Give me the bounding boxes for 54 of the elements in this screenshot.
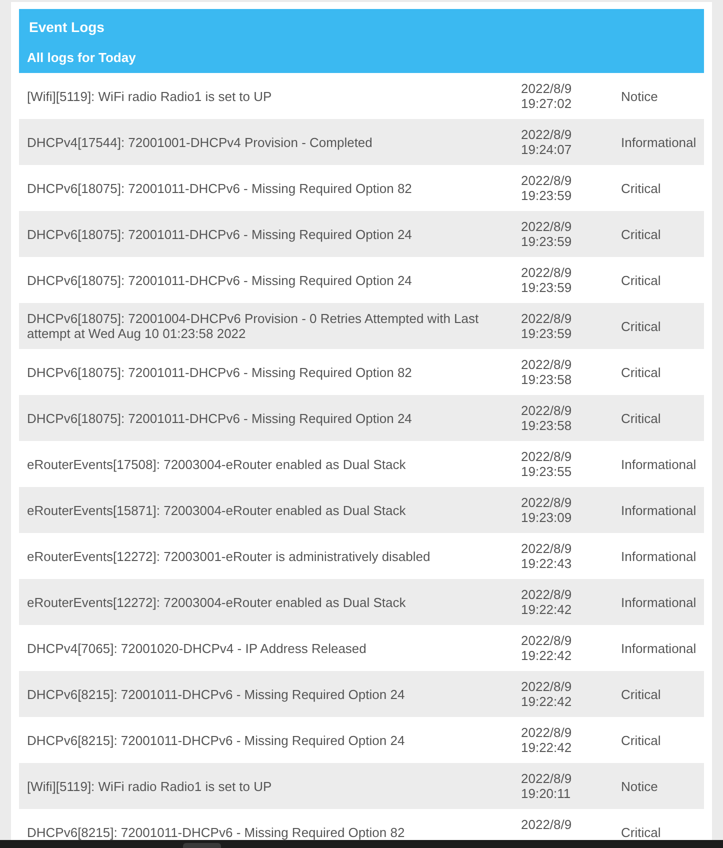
log-timestamp: 2022/8/9 19:23:59: [521, 219, 572, 249]
log-message: eRouterEvents[17508]: 72003004-eRouter enabled as Dual Stack: [27, 456, 406, 472]
log-timestamp: 2022/8/9 19:23:58: [521, 357, 572, 387]
log-message: eRouterEvents[12272]: 72003001-eRouter is administratively disabled: [27, 548, 430, 564]
panel-title: Event Logs: [29, 19, 106, 36]
log-level: Critical: [621, 318, 661, 334]
log-level: Notice: [621, 778, 658, 794]
log-message: [Wifi][5119]: WiFi radio Radio1 is set to UP: [27, 88, 272, 104]
log-timestamp: 2022/8/9 19:23:55: [521, 449, 572, 479]
log-timestamp: 2022/8/9 19:23:59: [521, 173, 572, 203]
log-level: Notice: [621, 88, 658, 104]
log-timestamp: 2022/8/9 19:22:42: [521, 725, 572, 755]
log-message: [Wifi][5119]: WiFi radio Radio1 is set to UP: [27, 778, 272, 794]
log-message: DHCPv6[18075]: 72001011-DHCPv6 - Missing Required Option 82: [27, 364, 412, 380]
log-message: DHCPv6[8215]: 72001011-DHCPv6 - Missing Required Option 82: [27, 824, 405, 840]
log-timestamp: 2022/8/9: [521, 817, 572, 832]
log-timestamp: 2022/8/9 19:22:42: [521, 679, 572, 709]
log-level: Informational: [621, 134, 696, 150]
log-level: Critical: [621, 410, 661, 426]
panel-subtitle: All logs for Today: [27, 50, 137, 66]
log-message: DHCPv6[18075]: 72001011-DHCPv6 - Missing Required Option 24: [27, 410, 412, 426]
log-timestamp: 2022/8/9 19:20:11: [521, 771, 572, 801]
log-message: DHCPv6[18075]: 72001011-DHCPv6 - Missing Required Option 24: [27, 272, 412, 288]
log-timestamp: 2022/8/9 19:22:42: [521, 587, 572, 617]
log-level: Informational: [621, 548, 696, 564]
log-timestamp: 2022/8/9 19:24:07: [521, 127, 572, 157]
log-level: Informational: [621, 456, 696, 472]
log-level: Informational: [621, 640, 696, 656]
log-timestamp: 2022/8/9 19:23:58: [521, 403, 572, 433]
log-level: Critical: [621, 226, 661, 242]
log-message: DHCPv4[17544]: 72001001-DHCPv4 Provision - Completed: [27, 134, 372, 150]
log-timestamp: 2022/8/9 19:23:59: [521, 311, 572, 341]
log-message: DHCPv6[8215]: 72001011-DHCPv6 - Missing Required Option 24: [27, 686, 405, 702]
taskbar-tab[interactable]: [183, 843, 221, 848]
log-level: Critical: [621, 180, 661, 196]
log-timestamp: 2022/8/9 19:22:43: [521, 541, 572, 571]
log-level: Critical: [621, 686, 661, 702]
log-level: Critical: [621, 824, 661, 840]
log-message: DHCPv6[18075]: 72001004-DHCPv6 Provision - 0 Retries Attempted with Last attempt at Wed Aug 10 01:23:58 2022: [27, 311, 480, 341]
log-level: Critical: [621, 364, 661, 380]
log-level: Informational: [621, 594, 696, 610]
log-timestamp: 2022/8/9 19:22:42: [521, 633, 572, 663]
log-timestamp: 2022/8/9 19:27:02: [521, 81, 572, 111]
log-level: Informational: [621, 502, 696, 518]
log-timestamp: 2022/8/9 19:23:59: [521, 265, 572, 295]
log-message: eRouterEvents[15871]: 72003004-eRouter enabled as Dual Stack: [27, 502, 406, 518]
log-message: DHCPv4[7065]: 72001020-DHCPv4 - IP Address Released: [27, 640, 366, 656]
log-message: eRouterEvents[12272]: 72003004-eRouter enabled as Dual Stack: [27, 594, 406, 610]
log-message: DHCPv6[18075]: 72001011-DHCPv6 - Missing Required Option 82: [27, 180, 412, 196]
log-level: Critical: [621, 732, 661, 748]
log-message: DHCPv6[8215]: 72001011-DHCPv6 - Missing Required Option 24: [27, 732, 405, 748]
log-timestamp: 2022/8/9 19:23:09: [521, 495, 572, 525]
log-level: Critical: [621, 272, 661, 288]
log-message: DHCPv6[18075]: 72001011-DHCPv6 - Missing Required Option 24: [27, 226, 412, 242]
